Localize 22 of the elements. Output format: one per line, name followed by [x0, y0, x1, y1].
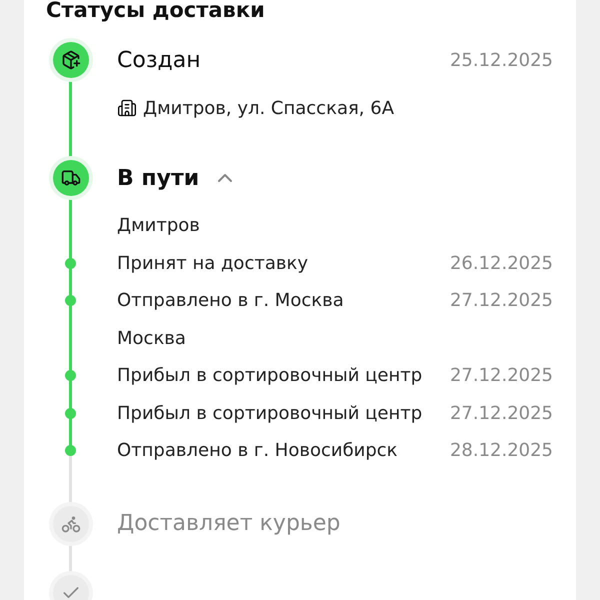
event-date: 27.12.2025 — [450, 402, 553, 424]
city-name: Дмитров — [117, 215, 201, 236]
step-title: Создан — [117, 48, 201, 72]
package-plus-icon — [60, 50, 80, 70]
event-text: Отправлено в г. Москва — [117, 290, 345, 312]
event-text: Прибыл в сортировочный центр — [117, 402, 424, 424]
event-date: 26.12.2025 — [450, 252, 553, 274]
section-title: Статусы доставки — [45, 0, 266, 24]
building-icon — [117, 98, 137, 118]
step-title: В пути — [117, 166, 200, 190]
bike-icon — [60, 514, 80, 534]
step-date: 25.12.2025 — [450, 50, 553, 70]
event-date: 28.12.2025 — [450, 440, 553, 462]
step-title: Доставляет курьер — [117, 511, 340, 536]
address-text: Дмитров, ул. Спасская, 6А — [143, 98, 394, 118]
event-text: Отправлено в г. Новосибирск — [117, 440, 399, 462]
event-text: Принят на доставку — [117, 252, 309, 274]
truck-icon — [60, 168, 80, 188]
event-date: 27.12.2025 — [450, 365, 553, 386]
event-text: Прибыл в сортировочный центр — [117, 365, 424, 386]
city-name: Москва — [117, 328, 187, 349]
event-date: 27.12.2025 — [450, 290, 553, 312]
